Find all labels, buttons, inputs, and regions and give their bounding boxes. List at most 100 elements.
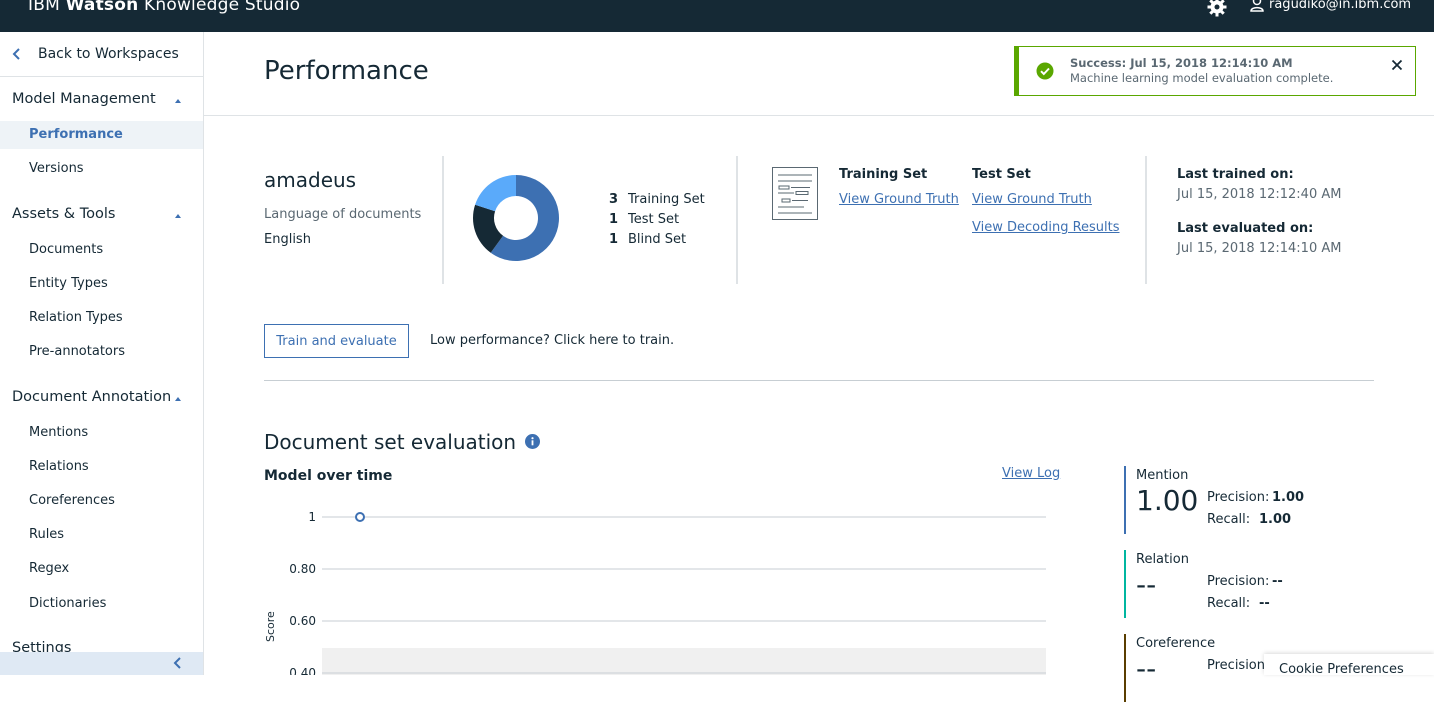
sidebar-collapse-bar[interactable]	[0, 652, 203, 675]
data-point[interactable]	[355, 512, 365, 522]
last-trained-label: Last trained on:	[1177, 167, 1294, 182]
set-label: Blind Set	[628, 232, 687, 247]
page-title: Performance	[264, 56, 429, 86]
sidebar-item-dictionaries[interactable]: Dictionaries	[0, 590, 203, 618]
sidebar-item-documents[interactable]: Documents	[0, 236, 203, 264]
view-decoding-results-link[interactable]: View Decoding Results	[972, 220, 1120, 235]
section-model-management[interactable]: Model Management	[12, 91, 181, 107]
caret-up-icon	[175, 99, 181, 103]
notification-title: Success: Jul 15, 2018 12:14:10 AM	[1070, 56, 1293, 70]
sidebar-item-coreferences[interactable]: Coreferences	[0, 487, 203, 515]
sidebar-item-label: Entity Types	[29, 276, 108, 291]
sidebar-item-mentions[interactable]: Mentions	[0, 419, 203, 447]
training-set-heading: Training Set	[839, 167, 928, 182]
sidebar-item-label: Coreferences	[29, 493, 115, 508]
close-icon[interactable]	[1391, 59, 1403, 71]
success-notification: Success: Jul 15, 2018 12:14:10 AM Machin…	[1014, 46, 1416, 96]
brand-prefix: IBM	[28, 0, 60, 15]
sidebar-item-label: Versions	[29, 161, 84, 176]
sidebar-item-relations[interactable]: Relations	[0, 453, 203, 481]
info-icon[interactable]	[525, 434, 540, 449]
user-email: ragudiko@in.ibm.com	[1269, 0, 1412, 12]
set-label: Training Set	[628, 192, 705, 207]
checkmark-circle-icon	[1036, 62, 1054, 80]
section-assets-tools[interactable]: Assets & Tools	[12, 206, 181, 222]
back-to-workspaces-link[interactable]: Back to Workspaces	[0, 32, 203, 77]
sidebar-item-regex[interactable]: Regex	[0, 555, 203, 583]
precision-label: Precision:	[1207, 574, 1270, 589]
set-count: 1	[609, 232, 619, 247]
test-set-heading: Test Set	[972, 167, 1031, 182]
set-count: 3	[609, 192, 619, 207]
train-and-evaluate-button[interactable]: Train and evaluate	[264, 324, 409, 358]
sidebar-item-performance[interactable]: Performance	[0, 121, 203, 149]
section-document-annotation[interactable]: Document Annotation	[12, 389, 181, 405]
metric-score: --	[1136, 652, 1157, 685]
y-tick-label: 1	[308, 510, 316, 524]
last-evaluated-label: Last evaluated on:	[1177, 221, 1314, 236]
chevron-left-icon	[12, 48, 20, 60]
caret-up-icon	[175, 397, 181, 401]
precision-label: Precision:	[1207, 490, 1270, 505]
sidebar-item-versions[interactable]: Versions	[0, 155, 203, 183]
metric-accent-bar	[1124, 466, 1126, 534]
precision-value: 1.00	[1272, 490, 1305, 505]
metric-mention: Mention 1.00 Precision: 1.00 Recall: 1.0…	[1124, 466, 1364, 534]
chart-shaded-band	[322, 648, 1046, 675]
main-content: Performance Success: Jul 15, 2018 12:14:…	[204, 32, 1434, 702]
sidebar-item-entity-types[interactable]: Entity Types	[0, 270, 203, 298]
y-tick-label: 0.80	[289, 562, 316, 576]
gear-icon[interactable]	[1207, 0, 1227, 17]
vertical-divider	[442, 156, 444, 284]
sidebar-item-label: Pre-annotators	[29, 344, 125, 359]
set-label: Test Set	[628, 212, 680, 227]
metric-score: --	[1136, 568, 1157, 601]
set-count: 1	[609, 212, 619, 227]
vertical-divider	[736, 156, 738, 284]
sidebar-item-label: Performance	[29, 127, 123, 142]
y-axis-label: Score	[264, 611, 277, 642]
metric-accent-bar	[1124, 634, 1126, 702]
section-divider	[264, 380, 1374, 381]
cookie-preferences-button[interactable]: Cookie Preferences	[1264, 654, 1434, 677]
y-tick-label: 0.60	[289, 614, 316, 628]
y-tick-label: 0.40	[289, 666, 316, 675]
sidebar-item-label: Documents	[29, 242, 104, 257]
language-label: Language of documents	[264, 207, 422, 222]
document-icon	[772, 167, 818, 220]
header-divider	[204, 115, 1434, 116]
sidebar-item-label: Relation Types	[29, 310, 123, 325]
app-brand[interactable]: IBM Watson Knowledge Studio	[28, 0, 300, 15]
sidebar-item-label: Rules	[29, 527, 65, 542]
metric-accent-bar	[1124, 550, 1126, 618]
user-menu[interactable]: ragudiko@in.ibm.com	[1250, 0, 1411, 12]
sidebar-item-rules[interactable]: Rules	[0, 521, 203, 549]
test-view-ground-truth-link[interactable]: View Ground Truth	[972, 192, 1092, 207]
set-row-blind: 1 Blind Set	[609, 232, 686, 247]
user-icon	[1250, 0, 1264, 12]
sidebar-item-label: Mentions	[29, 425, 89, 440]
recall-value: 1.00	[1259, 512, 1292, 527]
brand-bold: Watson	[65, 0, 139, 15]
low-performance-text[interactable]: Low performance? Click here to train.	[430, 333, 674, 348]
evaluation-title: Document set evaluation	[264, 430, 517, 454]
sidebar: Back to Workspaces Model Management Perf…	[0, 32, 204, 675]
training-view-ground-truth-link[interactable]: View Ground Truth	[839, 192, 959, 207]
top-bar: IBM Watson Knowledge Studio ragudiko@in.…	[0, 0, 1434, 32]
sidebar-item-label: Dictionaries	[29, 596, 107, 611]
view-log-link[interactable]: View Log	[1002, 466, 1060, 481]
notification-message: Machine learning model evaluation comple…	[1070, 71, 1334, 85]
project-name: amadeus	[264, 168, 357, 192]
metric-name: Mention	[1136, 468, 1189, 483]
precision-label: Precision:	[1207, 658, 1270, 673]
sidebar-item-pre-annotators[interactable]: Pre-annotators	[0, 338, 203, 366]
model-over-time-chart: 1 0.80 0.60 0.40 Score	[264, 510, 1046, 675]
sidebar-item-relation-types[interactable]: Relation Types	[0, 304, 203, 332]
caret-up-icon	[175, 214, 181, 218]
sidebar-item-label: Regex	[29, 561, 70, 576]
recall-value: --	[1259, 596, 1270, 611]
section-title: Assets & Tools	[12, 206, 116, 222]
recall-label: Recall:	[1207, 596, 1251, 611]
language-value: English	[264, 232, 311, 247]
metric-name: Relation	[1136, 552, 1189, 567]
